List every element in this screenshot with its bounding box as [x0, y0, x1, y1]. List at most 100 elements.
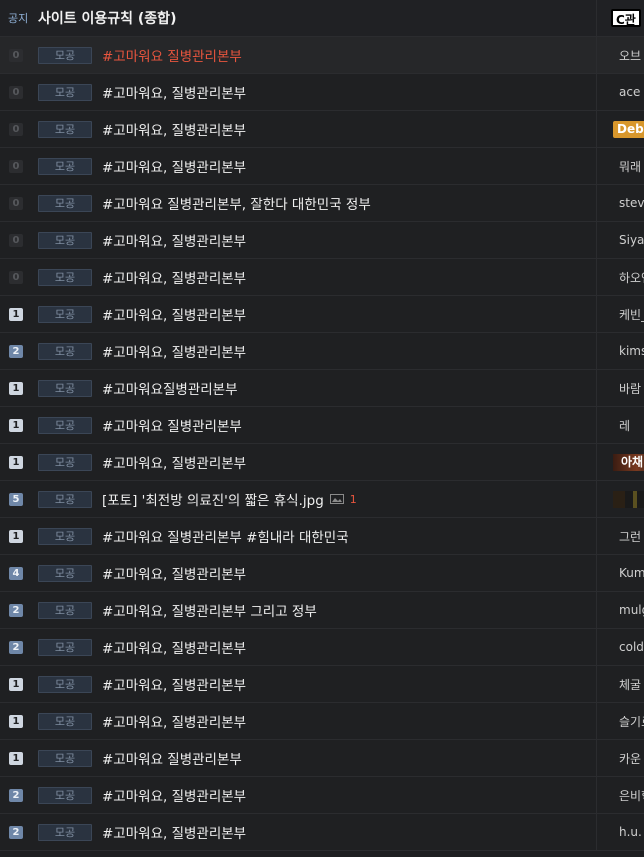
author-cell[interactable]: 체굴: [596, 666, 644, 702]
post-title[interactable]: [포토] '최전방 의료진'의 짧은 휴식.jpg 1: [102, 489, 644, 510]
category-tag[interactable]: 모공: [38, 490, 92, 508]
author-cell[interactable]: h.u.: [596, 814, 644, 850]
post-title[interactable]: #고마워요, 질병관리본부 그리고 정부: [102, 600, 644, 620]
category-tag[interactable]: 모공: [38, 453, 92, 471]
post-row[interactable]: 0 모공 #고마워요 질병관리본부 오브: [0, 37, 644, 74]
category-tag[interactable]: 모공: [38, 120, 92, 138]
post-title[interactable]: #고마워요, 질병관리본부: [102, 267, 644, 287]
author-cell[interactable]: ace: [596, 74, 644, 110]
post-title[interactable]: #고마워요, 질병관리본부: [102, 119, 644, 139]
category-tag[interactable]: 모공: [38, 379, 92, 397]
notice-title[interactable]: 사이트 이용규칙 (종합): [38, 8, 176, 28]
category-tag[interactable]: 모공: [38, 601, 92, 619]
author-cell[interactable]: 카운: [596, 740, 644, 776]
category-tag[interactable]: 모공: [38, 46, 92, 64]
author-cell[interactable]: 하오엔지: [596, 259, 644, 295]
post-row[interactable]: 1 모공 #고마워요, 질병관리본부 아채: [0, 444, 644, 481]
post-row[interactable]: 0 모공 #고마워요, 질병관리본부 Siya: [0, 222, 644, 259]
category-tag[interactable]: 모공: [38, 786, 92, 804]
author-cell[interactable]: Siya: [596, 222, 644, 258]
post-row[interactable]: 1 모공 #고마워요, 질병관리본부 슬기로: [0, 703, 644, 740]
category-tag[interactable]: 모공: [38, 342, 92, 360]
author-cell[interactable]: 슬기로: [596, 703, 644, 739]
category-tag[interactable]: 모공: [38, 675, 92, 693]
post-row[interactable]: 1 모공 #고마워요 질병관리본부 카운: [0, 740, 644, 777]
author-cell[interactable]: 뭐래: [596, 148, 644, 184]
comment-count-cell: 2: [0, 344, 32, 358]
post-title[interactable]: #고마워요, 질병관리본부: [102, 822, 644, 842]
post-title[interactable]: #고마워요질병관리본부: [102, 378, 644, 398]
post-rows: 0 모공 #고마워요 질병관리본부 오브 0 모공 #고마워요, 질병관리본부 ace 0 모공 #…: [0, 37, 644, 851]
category-tag[interactable]: 모공: [38, 305, 92, 323]
post-title[interactable]: #고마워요 질병관리본부: [102, 45, 644, 65]
post-row[interactable]: 2 모공 #고마워요, 질병관리본부 h.u.: [0, 814, 644, 851]
author-cell[interactable]: 바람: [596, 370, 644, 406]
author-name: Kum: [619, 566, 644, 580]
post-title[interactable]: #고마워요, 질병관리본부: [102, 82, 644, 102]
category-tag[interactable]: 모공: [38, 83, 92, 101]
post-title[interactable]: #고마워요, 질병관리본부: [102, 563, 644, 583]
post-row[interactable]: 1 모공 #고마워요질병관리본부 바람: [0, 370, 644, 407]
author-cell[interactable]: Deb: [596, 111, 644, 147]
category-tag[interactable]: 모공: [38, 638, 92, 656]
author-cell[interactable]: coldw: [596, 629, 644, 665]
author-cell[interactable]: [596, 481, 644, 517]
post-row[interactable]: 0 모공 #고마워요, 질병관리본부 하오엔지: [0, 259, 644, 296]
post-title[interactable]: #고마워요, 질병관리본부: [102, 452, 644, 472]
post-title[interactable]: #고마워요, 질병관리본부: [102, 785, 644, 805]
author-cell[interactable]: 오브: [596, 37, 644, 73]
category-tag[interactable]: 모공: [38, 268, 92, 286]
post-row[interactable]: 1 모공 #고마워요 질병관리본부 #힘내라 대한민국 그런: [0, 518, 644, 555]
author-cell[interactable]: mulgu: [596, 592, 644, 628]
post-title[interactable]: #고마워요 질병관리본부 #힘내라 대한민국: [102, 526, 644, 546]
category-tag[interactable]: 모공: [38, 157, 92, 175]
comment-count-cell: 0: [0, 233, 32, 247]
post-title[interactable]: #고마워요, 질병관리본부: [102, 341, 644, 361]
post-title[interactable]: #고마워요, 질병관리본부: [102, 637, 644, 657]
post-title-text: [포토] '최전방 의료진'의 짧은 휴식.jpg: [102, 493, 324, 509]
post-row[interactable]: 1 모공 #고마워요 질병관리본부 레: [0, 407, 644, 444]
reply-count: 1: [349, 492, 357, 506]
category-tag[interactable]: 모공: [38, 749, 92, 767]
author-cell[interactable]: 케빈_k: [596, 296, 644, 332]
post-title[interactable]: #고마워요, 질병관리본부: [102, 156, 644, 176]
author-cell[interactable]: 레: [596, 407, 644, 443]
comment-count-cell: 1: [0, 381, 32, 395]
category-tag[interactable]: 모공: [38, 712, 92, 730]
category-tag[interactable]: 모공: [38, 231, 92, 249]
post-row[interactable]: 0 모공 #고마워요, 질병관리본부 Deb: [0, 111, 644, 148]
author-cell[interactable]: 은비학: [596, 777, 644, 813]
post-title[interactable]: #고마워요 질병관리본부: [102, 748, 644, 768]
post-title[interactable]: #고마워요 질병관리본부, 잘한다 대한민국 정부: [102, 193, 644, 213]
post-row[interactable]: 2 모공 #고마워요, 질병관리본부 그리고 정부 mulgu: [0, 592, 644, 629]
category-tag[interactable]: 모공: [38, 823, 92, 841]
post-title[interactable]: #고마워요, 질병관리본부: [102, 304, 644, 324]
author-cell[interactable]: 아채: [596, 444, 644, 480]
category-tag[interactable]: 모공: [38, 416, 92, 434]
category-tag[interactable]: 모공: [38, 527, 92, 545]
notice-author[interactable]: C관: [596, 0, 644, 36]
category-tag[interactable]: 모공: [38, 194, 92, 212]
post-row[interactable]: 2 모공 #고마워요, 질병관리본부 kims: [0, 333, 644, 370]
post-title[interactable]: #고마워요 질병관리본부: [102, 415, 644, 435]
post-title[interactable]: #고마워요, 질병관리본부: [102, 674, 644, 694]
post-title[interactable]: #고마워요, 질병관리본부: [102, 711, 644, 731]
post-row[interactable]: 4 모공 #고마워요, 질병관리본부 Kum: [0, 555, 644, 592]
author-cell[interactable]: kims: [596, 333, 644, 369]
author-cell[interactable]: Kum: [596, 555, 644, 591]
post-row[interactable]: 0 모공 #고마워요 질병관리본부, 잘한다 대한민국 정부 stev: [0, 185, 644, 222]
post-row[interactable]: 5 모공 [포토] '최전방 의료진'의 짧은 휴식.jpg 1: [0, 481, 644, 518]
author-cell[interactable]: stev: [596, 185, 644, 221]
post-title[interactable]: #고마워요, 질병관리본부: [102, 230, 644, 250]
author-cell[interactable]: 그런: [596, 518, 644, 554]
author-name: 레: [619, 418, 631, 433]
post-row[interactable]: 2 모공 #고마워요, 질병관리본부 은비학: [0, 777, 644, 814]
post-row[interactable]: 1 모공 #고마워요, 질병관리본부 체굴: [0, 666, 644, 703]
post-title-text: #고마워요, 질병관리본부: [102, 567, 247, 583]
post-row[interactable]: 0 모공 #고마워요, 질병관리본부 뭐래: [0, 148, 644, 185]
notice-row[interactable]: 공지 사이트 이용규칙 (종합) C관: [0, 0, 644, 37]
post-row[interactable]: 2 모공 #고마워요, 질병관리본부 coldw: [0, 629, 644, 666]
post-row[interactable]: 0 모공 #고마워요, 질병관리본부 ace: [0, 74, 644, 111]
category-tag[interactable]: 모공: [38, 564, 92, 582]
post-row[interactable]: 1 모공 #고마워요, 질병관리본부 케빈_k: [0, 296, 644, 333]
